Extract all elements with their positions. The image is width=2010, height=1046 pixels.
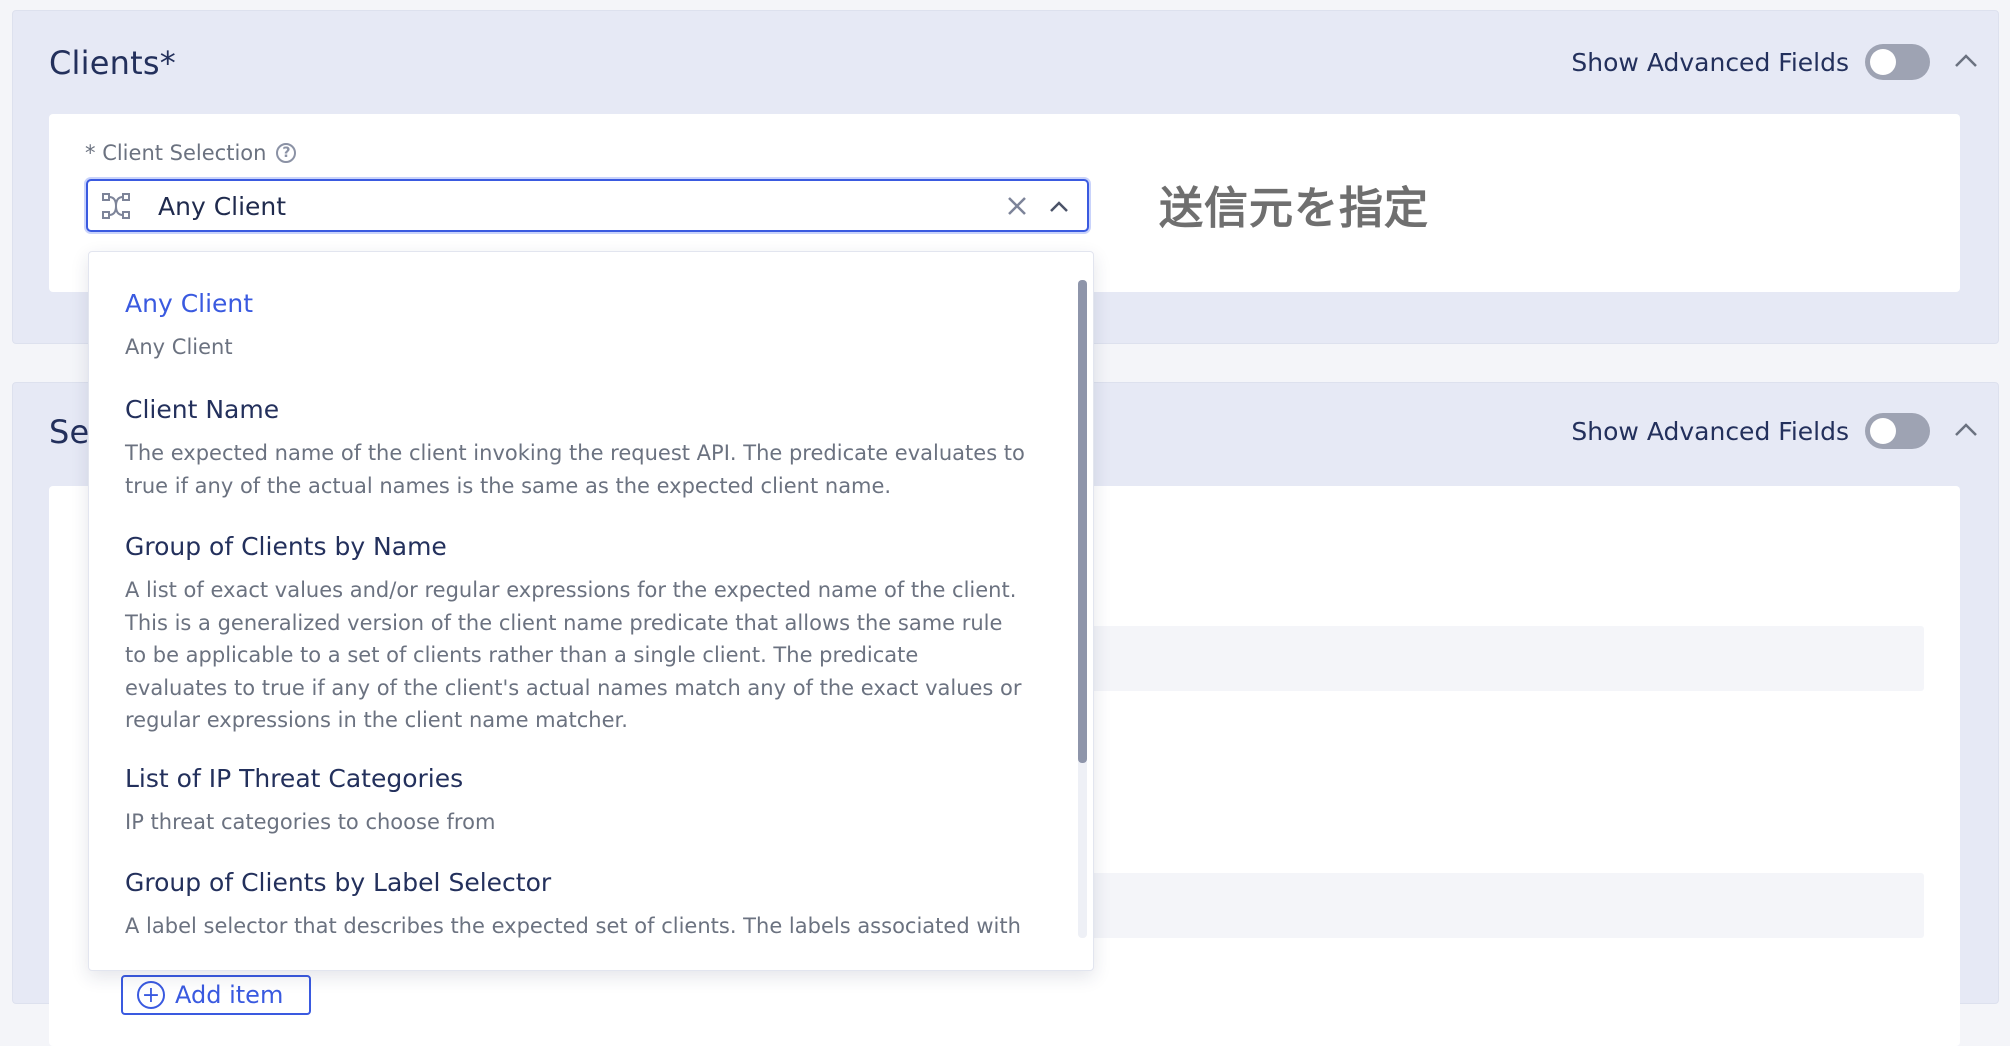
- annotation-text: 送信元を指定: [1159, 183, 1429, 234]
- scrollbar-thumb[interactable]: [1078, 280, 1087, 763]
- option-description: The expected name of the client invoking…: [125, 441, 1025, 498]
- client-selection-select[interactable]: Any Client: [86, 179, 1089, 232]
- option-client-name[interactable]: Client Name The expected name of the cli…: [125, 393, 1025, 502]
- option-group-of-clients-by-name[interactable]: Group of Clients by Name A list of exact…: [125, 530, 1025, 737]
- select-value: Any Client: [158, 192, 287, 221]
- toggle-knob: [1870, 418, 1896, 444]
- chevron-up-icon: [1955, 423, 1977, 436]
- close-icon[interactable]: [1005, 194, 1029, 218]
- client-selection-label: * Client Selection ?: [85, 141, 297, 165]
- toggle-knob: [1870, 49, 1896, 75]
- add-item-button[interactable]: + Add item: [121, 975, 311, 1015]
- option-ip-threat-categories[interactable]: List of IP Threat Categories IP threat c…: [125, 762, 1025, 839]
- chevron-up-icon: [1955, 54, 1977, 67]
- option-description: Any Client: [125, 335, 233, 359]
- client-selection-dropdown: Any Client Any Client Client Name The ex…: [88, 251, 1094, 971]
- advanced-fields-label: Show Advanced Fields: [1571, 416, 1849, 446]
- field-row: [1089, 626, 1924, 691]
- section-title: Clients*: [49, 44, 176, 82]
- option-title: Group of Clients by Label Selector: [125, 868, 552, 897]
- add-item-label: Add item: [175, 981, 284, 1009]
- option-title: List of IP Threat Categories: [125, 764, 464, 793]
- advanced-fields-toggle[interactable]: [1865, 413, 1930, 449]
- collapse-button[interactable]: [1949, 413, 1983, 447]
- nodes-icon: [102, 193, 130, 219]
- option-title: Any Client: [125, 289, 254, 318]
- plus-circle-icon: +: [137, 981, 165, 1009]
- option-description: A list of exact values and/or regular ex…: [125, 578, 1022, 732]
- advanced-fields-control: Show Advanced Fields: [1571, 44, 1930, 80]
- section-title: Se: [49, 413, 90, 451]
- advanced-fields-toggle[interactable]: [1865, 44, 1930, 80]
- advanced-fields-label: Show Advanced Fields: [1571, 47, 1849, 77]
- option-clients-by-label-selector[interactable]: Group of Clients by Label Selector A lab…: [125, 866, 1025, 943]
- chevron-up-icon[interactable]: [1047, 195, 1071, 219]
- question-circle-icon[interactable]: ?: [276, 143, 297, 163]
- advanced-fields-control: Show Advanced Fields: [1571, 413, 1930, 449]
- option-any-client[interactable]: Any Client Any Client: [125, 287, 1025, 364]
- option-title: Group of Clients by Name: [125, 532, 447, 561]
- option-description: IP threat categories to choose from: [125, 810, 496, 834]
- collapse-button[interactable]: [1949, 44, 1983, 78]
- option-title: Client Name: [125, 395, 280, 424]
- field-row: [1089, 873, 1924, 938]
- option-description: A label selector that describes the expe…: [125, 914, 1021, 938]
